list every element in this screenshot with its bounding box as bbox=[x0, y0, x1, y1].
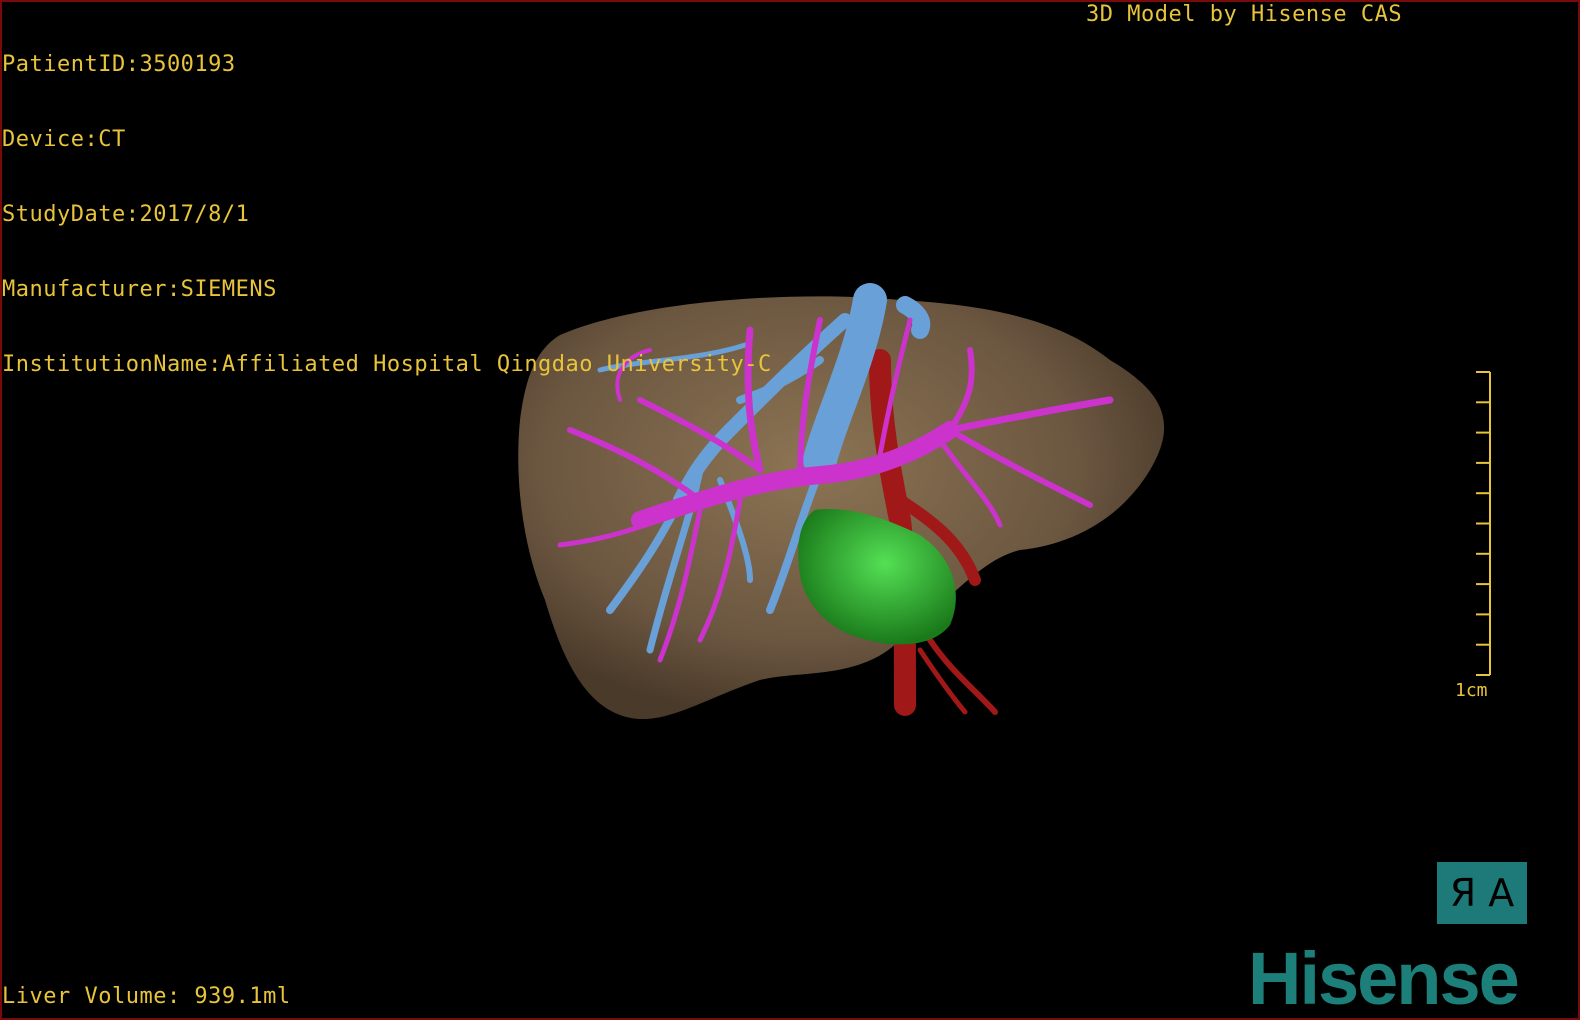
liver-volume: Liver Volume: 939.1ml bbox=[2, 984, 291, 1009]
device-label: Device:CT bbox=[2, 127, 126, 152]
scale-label: 1cm bbox=[1455, 680, 1488, 701]
model-credit: 3D Model by Hisense CAS bbox=[1086, 2, 1403, 27]
manufacturer: Manufacturer:SIEMENS bbox=[2, 277, 277, 302]
scale-bar bbox=[1476, 371, 1491, 676]
patient-id: PatientID:3500193 bbox=[2, 52, 236, 77]
institution-name: InstitutionName:Affiliated Hospital Qing… bbox=[2, 352, 772, 377]
orientation-indicator[interactable]: Я А bbox=[1437, 862, 1527, 924]
patient-info-overlay: PatientID:3500193 Device:CT StudyDate:20… bbox=[2, 2, 772, 402]
study-date: StudyDate:2017/8/1 bbox=[2, 202, 250, 227]
hisense-logo: Hisense bbox=[1248, 937, 1520, 1020]
